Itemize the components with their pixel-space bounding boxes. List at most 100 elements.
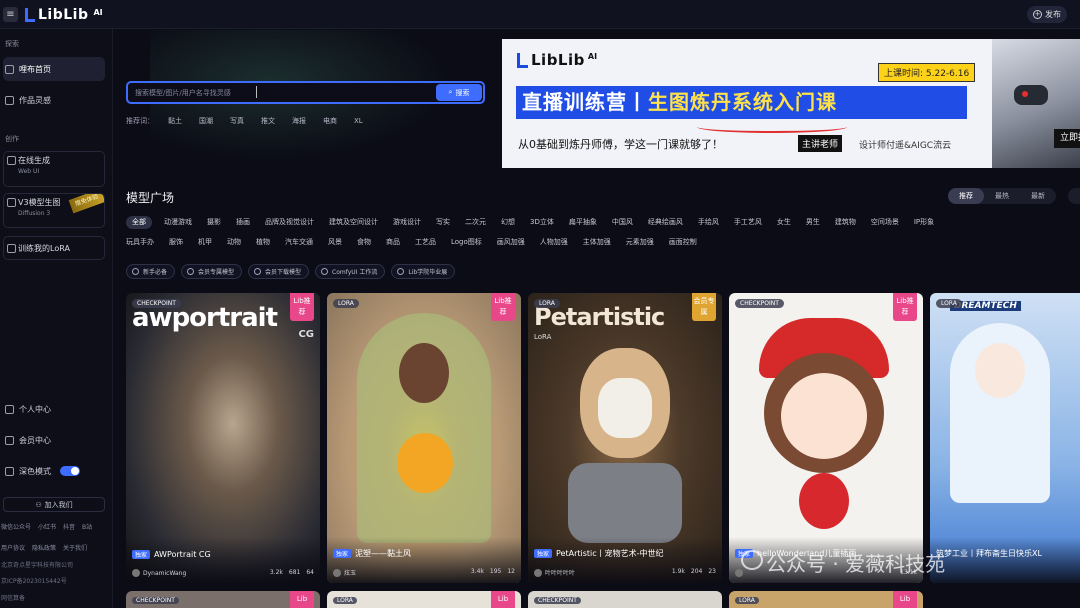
- footer-link[interactable]: B站: [82, 522, 92, 531]
- category-tab[interactable]: 主体加强: [583, 236, 611, 249]
- category-tab[interactable]: 画面控制: [669, 236, 697, 249]
- category-tab[interactable]: 植物: [256, 236, 270, 249]
- footer-link[interactable]: 微信公众号: [1, 522, 31, 531]
- footer-link[interactable]: 关于我们: [63, 543, 87, 552]
- chip-member-exclusive[interactable]: 会员专属模型: [181, 264, 243, 279]
- model-card[interactable]: CHECKPOINT Lib推荐 独家 helloWonderland儿童插画 1…: [729, 293, 923, 583]
- footer-link[interactable]: 小红书: [38, 522, 56, 531]
- category-tab[interactable]: 中国风: [612, 216, 633, 229]
- category-tab[interactable]: 汽车交通: [285, 236, 313, 249]
- chip-icon: [254, 268, 262, 275]
- category-tab[interactable]: 建筑物: [835, 216, 856, 229]
- model-card-peek[interactable]: LORA Lib: [327, 591, 521, 608]
- category-tab[interactable]: 元素加强: [626, 236, 654, 249]
- card-author[interactable]: [735, 569, 746, 577]
- category-tab[interactable]: 建筑及空间设计: [329, 216, 378, 229]
- model-card[interactable]: DREAMTECH LORA 筑梦工业丨拜布斋生日快乐XL: [930, 293, 1080, 583]
- sort-tab-recommend[interactable]: 推荐: [948, 188, 984, 204]
- footer-police[interactable]: 网信算备: [1, 593, 25, 602]
- model-card-peek[interactable]: LORA Lib: [729, 591, 923, 608]
- card-author[interactable]: DynamicWang: [132, 569, 186, 577]
- model-card[interactable]: awportrait CG CHECKPOINT Lib推荐 独家 AWPortr…: [126, 293, 320, 583]
- category-tab[interactable]: 品牌及视觉设计: [265, 216, 314, 229]
- footer-link[interactable]: 用户协议: [1, 543, 25, 552]
- footer-link[interactable]: 隐私政策: [32, 543, 56, 552]
- search-input[interactable]: 搜索模型/图片/用户名寻找灵感: [126, 81, 485, 104]
- card-author[interactable]: 叶叶叶叶叶: [534, 568, 575, 577]
- category-tab[interactable]: 空间场景: [871, 216, 899, 229]
- category-tab[interactable]: 女生: [777, 216, 791, 229]
- like-count: 204: [690, 568, 703, 575]
- promo-banner[interactable]: LibLib AI 上课时间: 5.22-6.16 直播训练营丨生图炼丹系统入门…: [502, 39, 1080, 168]
- category-tab[interactable]: 服饰: [169, 236, 183, 249]
- sidebar-item-inspiration[interactable]: 作品灵感: [3, 89, 105, 111]
- dark-mode-toggle[interactable]: [60, 466, 80, 476]
- model-card[interactable]: Petartistic LoRA LORA 会员专属 独家 PetArtistic…: [528, 293, 722, 583]
- category-tab[interactable]: 商品: [386, 236, 400, 249]
- chip-lib-academy[interactable]: Lib学院毕业展: [391, 264, 456, 279]
- category-tab[interactable]: 食物: [357, 236, 371, 249]
- sort-tab-hot[interactable]: 最热: [984, 188, 1020, 204]
- sidebar-item-train-lora[interactable]: 训练我的LoRA: [3, 236, 105, 260]
- category-tab[interactable]: 人物加强: [540, 236, 568, 249]
- model-card-peek[interactable]: CHECKPOINT: [528, 591, 722, 608]
- model-card-peek[interactable]: CHECKPOINT Lib: [126, 591, 320, 608]
- category-tab[interactable]: 动漫游戏: [164, 216, 192, 229]
- hot-keyword[interactable]: 推文: [261, 116, 275, 126]
- category-tab[interactable]: 机甲: [198, 236, 212, 249]
- model-card[interactable]: LORA Lib推荐 独家 泥塑——黏土风 炫玉 3.4k 195 12: [327, 293, 521, 583]
- category-tab[interactable]: 扁平抽象: [569, 216, 597, 229]
- chip-member-download[interactable]: 会员下载模型: [248, 264, 310, 279]
- hot-keyword[interactable]: 国潮: [199, 116, 213, 126]
- card-meta: DynamicWang 3.2k 681 64: [132, 569, 314, 577]
- chip-label: ComfyUI 工作流: [332, 269, 378, 276]
- sidebar-item-personal[interactable]: 个人中心: [3, 401, 105, 417]
- chip-comfyui[interactable]: ComfyUI 工作流: [315, 264, 386, 279]
- category-tab[interactable]: 动物: [227, 236, 241, 249]
- category-tab[interactable]: 手工艺风: [734, 216, 762, 229]
- category-tab[interactable]: Logo图标: [451, 236, 482, 249]
- hot-keyword[interactable]: 黏土: [168, 116, 182, 126]
- sidebar-item-label: 个人中心: [19, 404, 51, 414]
- category-tab[interactable]: 男生: [806, 216, 820, 229]
- footer-link[interactable]: 抖音: [63, 522, 75, 531]
- join-us-button[interactable]: ⚇ 加入我们: [3, 497, 105, 512]
- hot-keyword[interactable]: 电商: [323, 116, 337, 126]
- liblib-logo[interactable]: LibLib AI: [25, 5, 103, 25]
- hot-keyword[interactable]: XL: [354, 117, 363, 125]
- search-button[interactable]: ⌕ 搜索: [436, 84, 482, 101]
- category-tab[interactable]: 工艺品: [415, 236, 436, 249]
- category-tab[interactable]: 幻想: [501, 216, 515, 229]
- sidebar-item-v3[interactable]: V3模型生图 Diffusion 3 限免体验: [3, 193, 105, 228]
- sidebar-item-online-gen[interactable]: 在线生成 Web UI: [3, 151, 105, 187]
- category-tab[interactable]: 玩具手办: [126, 236, 154, 249]
- online-gen-sub: Web UI: [18, 168, 40, 175]
- category-tab[interactable]: IP形象: [914, 216, 934, 229]
- publish-button[interactable]: + 发布: [1027, 6, 1067, 23]
- category-tab[interactable]: 画风加强: [497, 236, 525, 249]
- category-tab[interactable]: 手绘风: [698, 216, 719, 229]
- category-tab[interactable]: 写实: [436, 216, 450, 229]
- card-author[interactable]: 炫玉: [333, 568, 356, 577]
- category-tab[interactable]: 游戏设计: [393, 216, 421, 229]
- category-tab[interactable]: 风景: [328, 236, 342, 249]
- enroll-button[interactable]: 立即报: [1054, 129, 1080, 148]
- sidebar-item-home[interactable]: 哩布首页: [3, 57, 105, 81]
- category-tab[interactable]: 摄影: [207, 216, 221, 229]
- footer-icp[interactable]: 京ICP备2023015442号: [1, 576, 67, 585]
- sort-tab-new[interactable]: 最新: [1020, 188, 1056, 204]
- category-tab[interactable]: 插画: [236, 216, 250, 229]
- category-tab[interactable]: 经典绘画风: [648, 216, 683, 229]
- card-meta: 叶叶叶叶叶 1.9k 204 23: [534, 568, 716, 577]
- chip-icon: [132, 268, 139, 275]
- category-tab[interactable]: 二次元: [465, 216, 486, 229]
- hot-keyword[interactable]: 写真: [230, 116, 244, 126]
- banner-logo-text: LibLib: [531, 51, 585, 69]
- hot-keyword[interactable]: 海报: [292, 116, 306, 126]
- menu-icon[interactable]: ≡: [3, 7, 18, 22]
- category-tab[interactable]: 3D立体: [530, 216, 554, 229]
- chip-beginner[interactable]: 新手必备: [126, 264, 176, 279]
- category-tab[interactable]: 全部: [126, 216, 152, 229]
- sort-extra[interactable]: [1068, 188, 1080, 204]
- sidebar-item-member[interactable]: 会员中心: [3, 432, 105, 448]
